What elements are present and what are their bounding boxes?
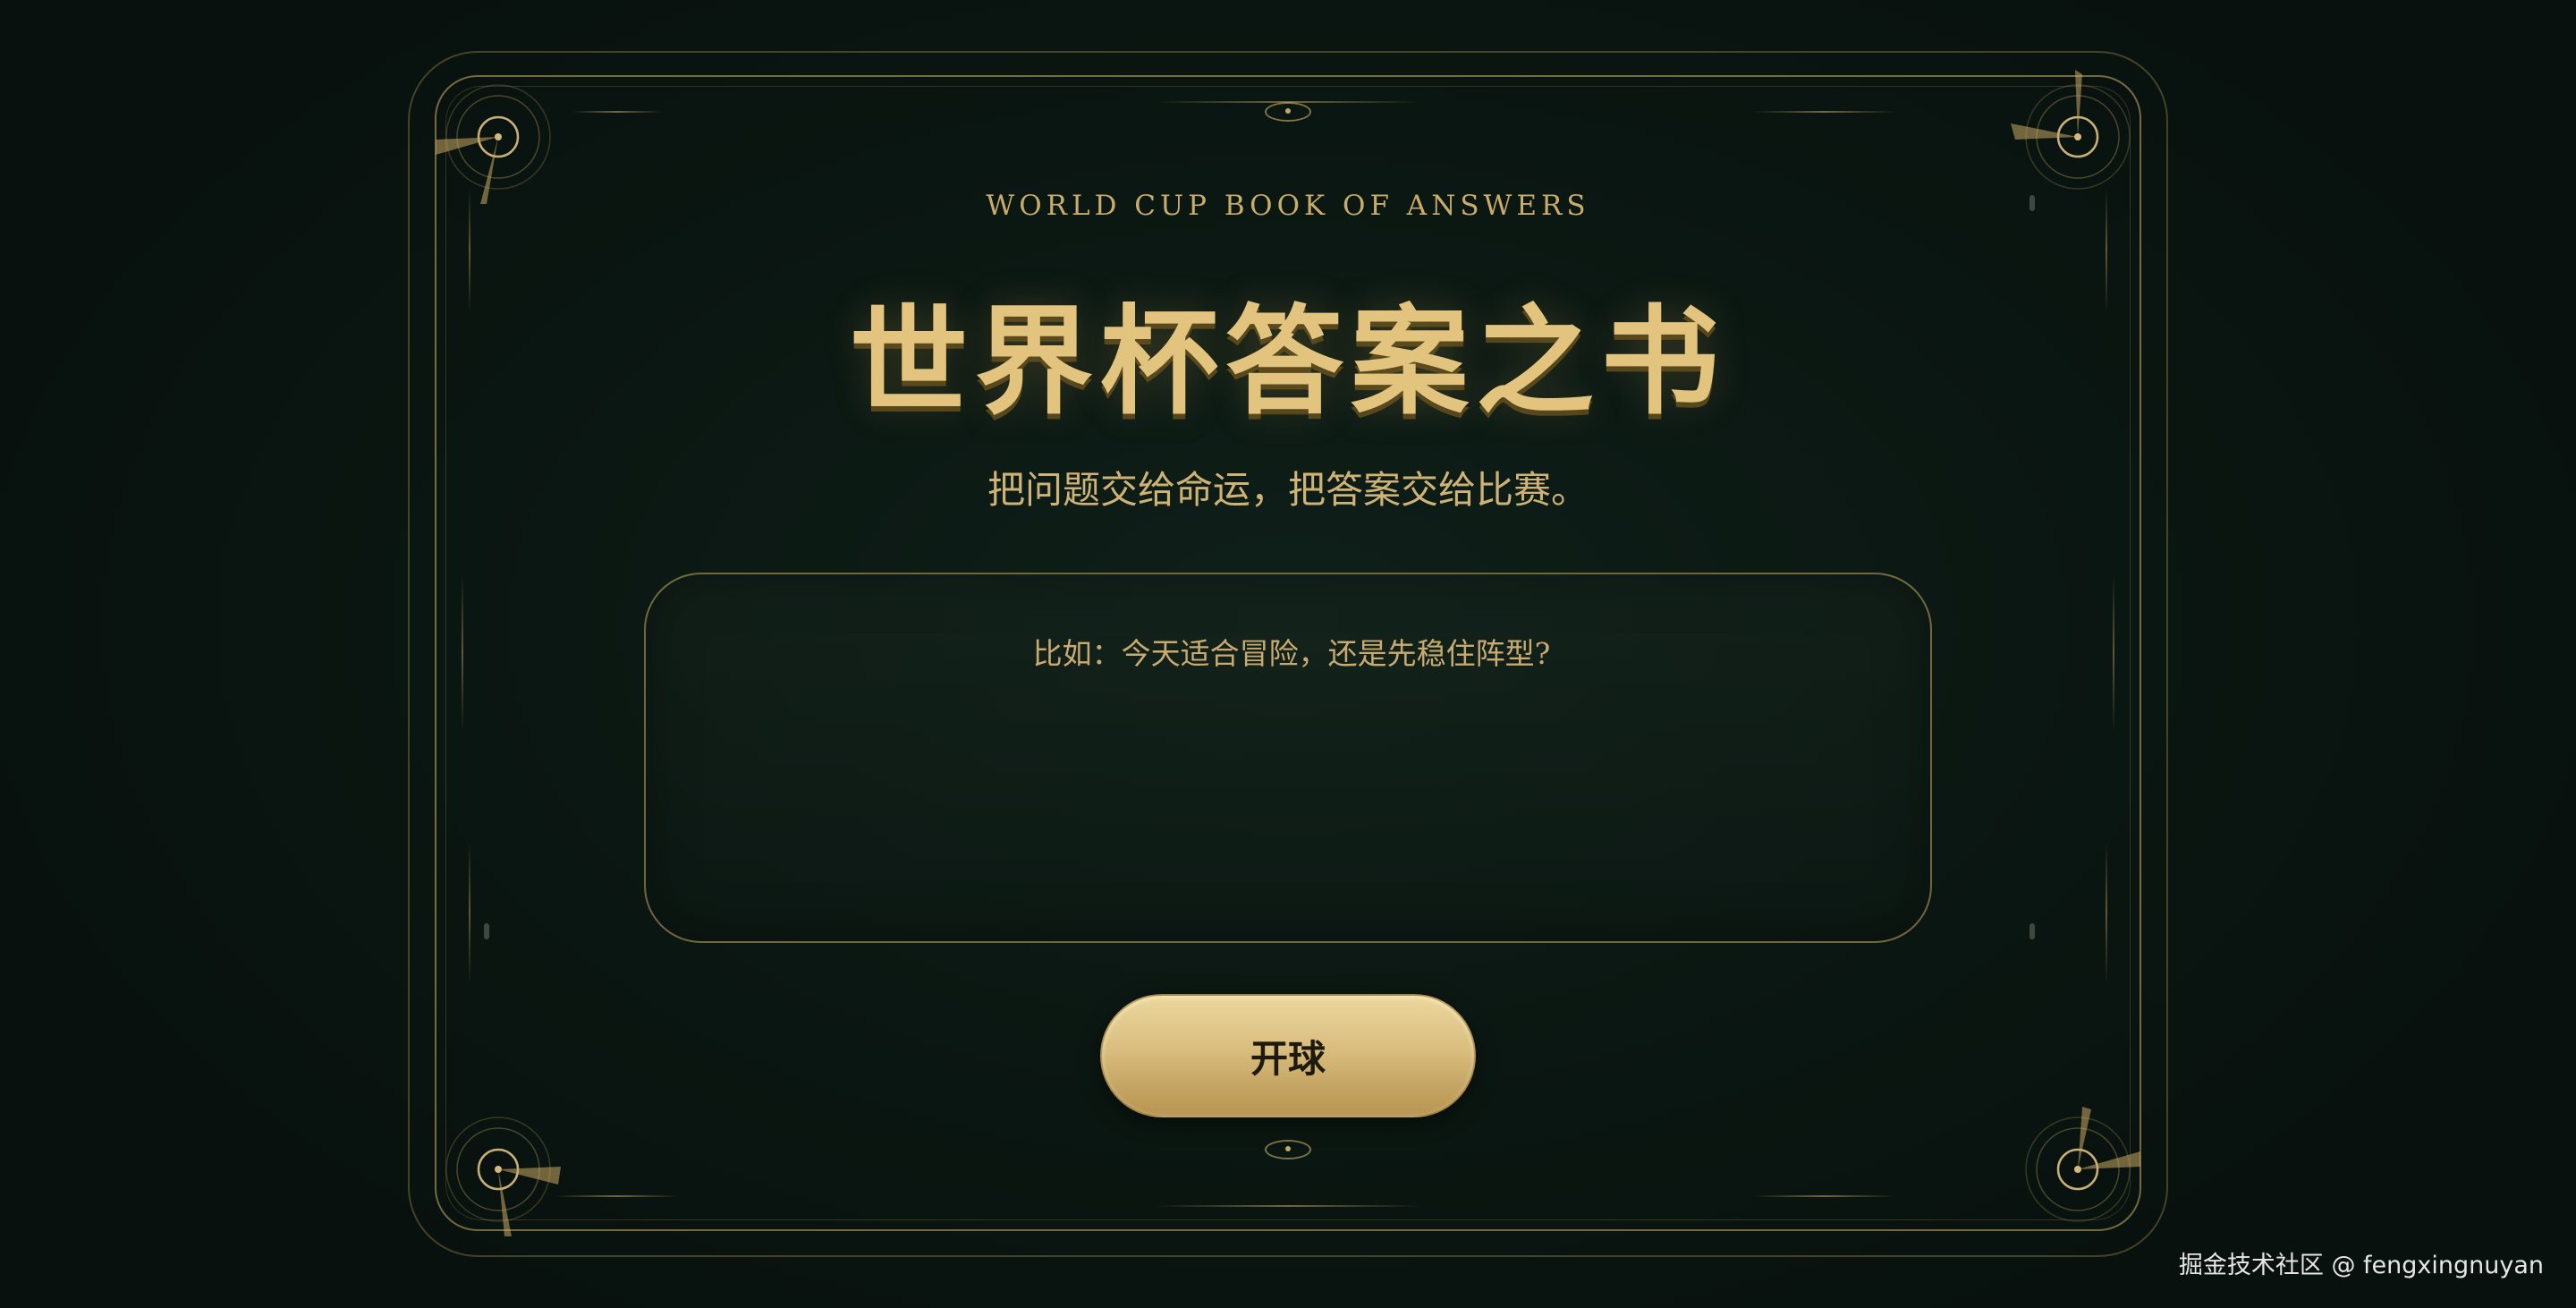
eyebrow-title: WORLD CUP BOOK OF ANSWERS	[986, 190, 1590, 222]
watermark: 掘金技术社区 @ fengxingnuyan	[2178, 1252, 2544, 1279]
compass-ornament-icon-top-right	[2011, 70, 2145, 204]
tagline: 把问题交给命运，把答案交给比赛。	[987, 468, 1589, 512]
bottom-left-glow-line	[555, 1195, 680, 1197]
kickoff-button[interactable]: 开球	[1100, 994, 1476, 1117]
right-glow-line-low	[2106, 841, 2107, 984]
question-input[interactable]	[682, 628, 1902, 909]
top-medallion-icon	[1265, 102, 1311, 122]
left-glow-line-mid	[462, 573, 463, 734]
bottom-center-glow-line	[1154, 1205, 1422, 1207]
top-right-glow-line	[1753, 111, 1896, 113]
left-side-dot	[484, 923, 489, 939]
top-left-glow-line	[572, 111, 662, 113]
right-side-dot	[2029, 923, 2035, 939]
left-glow-line-low	[469, 841, 470, 984]
bottom-medallion-icon	[1265, 1140, 1311, 1159]
question-box	[644, 573, 1932, 943]
compass-ornament-icon-bottom-left	[431, 1102, 565, 1236]
bottom-right-glow-line	[1753, 1195, 1896, 1197]
right-glow-line-mid	[2113, 573, 2114, 734]
page-title: 世界杯答案之书	[850, 293, 1726, 431]
compass-ornament-icon-top-left	[431, 70, 565, 204]
compass-ornament-icon-bottom-right	[2011, 1102, 2145, 1236]
